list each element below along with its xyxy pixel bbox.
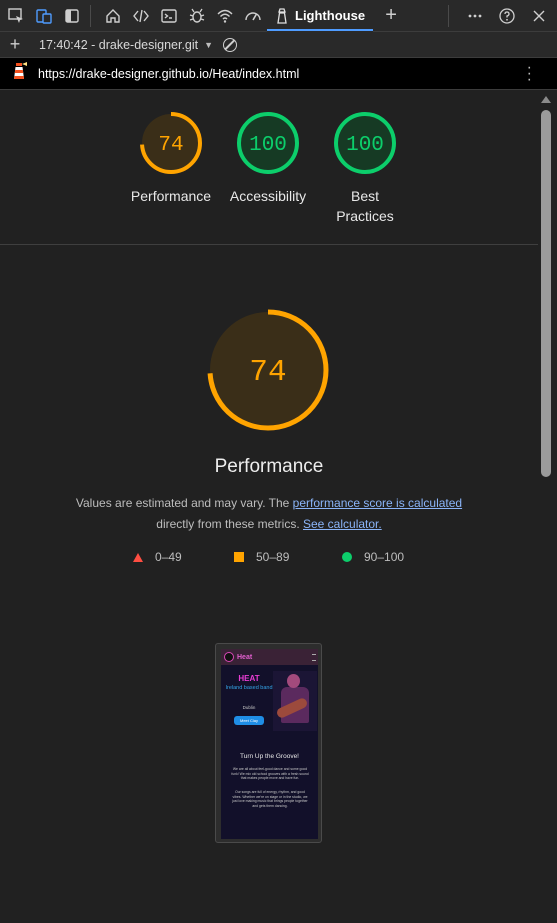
toolbar-divider: [448, 4, 449, 27]
screenshot-brand: Heat: [237, 653, 253, 661]
report-url[interactable]: https://drake-designer.github.io/Heat/in…: [38, 67, 299, 81]
legend-average-range: 50–89: [256, 550, 290, 564]
screenshot-guitarist-image: [273, 671, 317, 731]
gauge-performance[interactable]: 74 Performance: [126, 110, 216, 206]
screenshot-menu-icon: [312, 653, 316, 661]
legend-average: 50–89: [234, 550, 289, 564]
console-icon[interactable]: [157, 4, 181, 28]
performance-gauge-score: 74: [249, 355, 286, 390]
square-icon: [234, 552, 244, 562]
new-report-button[interactable]: +: [3, 34, 27, 55]
scroll-up-arrow[interactable]: [541, 96, 551, 103]
gauge-best-practices-score: 100: [346, 134, 384, 157]
screenshot-page: Heat HEAT Ireland based band Dublin Meet…: [221, 649, 318, 839]
performance-description: Values are estimated and may vary. The p…: [60, 493, 478, 535]
triangle-icon: [133, 552, 143, 562]
more-tools-button[interactable]: +: [379, 4, 403, 28]
performance-title: Performance: [214, 456, 324, 477]
close-icon[interactable]: [527, 4, 551, 28]
toolbar-divider: [90, 4, 91, 27]
screenshot-logo-icon: [224, 652, 234, 662]
network-icon[interactable]: [213, 4, 237, 28]
circle-icon: [342, 552, 352, 562]
scrollbar-thumb[interactable]: [541, 110, 551, 477]
performance-desc-text-2: directly from these metrics.: [156, 517, 300, 531]
screenshot-heading: HEAT: [238, 674, 260, 683]
screenshot-button: Meet Clay: [234, 716, 264, 725]
legend-pass: 90–100: [342, 550, 404, 564]
gauge-best-practices[interactable]: 100 Best Practices: [320, 110, 410, 226]
gauge-accessibility[interactable]: 100 Accessibility: [223, 110, 313, 206]
performance-score-link[interactable]: performance score is calculated: [293, 496, 462, 510]
report-toolbar: + 17:40:42 - drake-designer.git ▼: [0, 32, 557, 58]
tab-lighthouse[interactable]: Lighthouse: [267, 0, 374, 32]
report-menu-icon[interactable]: · · ·: [527, 59, 532, 87]
help-icon[interactable]: [495, 4, 519, 28]
screenshot-paragraph-1: We are all about feel-good dance and som…: [231, 767, 309, 781]
gauge-best-practices-label: Best Practices: [336, 188, 394, 224]
tab-lighthouse-label: Lighthouse: [295, 8, 366, 23]
clear-reports-icon[interactable]: [223, 37, 238, 52]
screenshot-paragraph-2: Our songs are full of energy, rhythm, an…: [232, 790, 308, 808]
report-url-bar: https://drake-designer.github.io/Heat/in…: [0, 58, 557, 90]
performance-gauge-large: 74: [207, 309, 329, 431]
legend-fail: 0–49: [133, 550, 182, 564]
device-emulation-icon[interactable]: [32, 4, 56, 28]
gauge-accessibility-score: 100: [249, 134, 287, 157]
gauge-accessibility-label: Accessibility: [229, 188, 307, 204]
screenshot-city: Dublin: [242, 705, 256, 710]
final-screenshot[interactable]: Heat HEAT Ireland based band Dublin Meet…: [215, 643, 322, 843]
devtools-toolbar: Lighthouse +: [0, 0, 557, 32]
more-icon[interactable]: [463, 4, 487, 28]
see-calculator-link[interactable]: See calculator.: [303, 517, 382, 531]
screenshot-subheading: Ireland based band: [225, 685, 273, 691]
gauge-performance-score: 74: [158, 134, 183, 157]
dock-icon[interactable]: [60, 4, 84, 28]
screenshot-navbar: Heat: [221, 649, 318, 665]
sources-icon[interactable]: [185, 4, 209, 28]
lighthouse-icon: [277, 7, 287, 24]
elements-icon[interactable]: [129, 4, 153, 28]
report-selector[interactable]: 17:40:42 - drake-designer.git: [39, 38, 198, 52]
chevron-down-icon[interactable]: ▼: [204, 40, 213, 50]
score-summary: 74 Performance 100 Accessibility 100 Bes…: [0, 90, 538, 245]
legend-pass-range: 90–100: [364, 550, 405, 564]
inspect-icon[interactable]: [4, 4, 28, 28]
welcome-icon[interactable]: [101, 4, 125, 28]
lighthouse-logo-icon: [10, 61, 28, 86]
legend-fail-range: 0–49: [155, 550, 182, 564]
screenshot-tagline: Turn Up the Groove!: [239, 753, 299, 760]
performance-desc-text-1: Values are estimated and may vary. The: [75, 496, 293, 510]
performance-icon[interactable]: [241, 4, 265, 28]
gauge-performance-label: Performance: [130, 188, 212, 204]
